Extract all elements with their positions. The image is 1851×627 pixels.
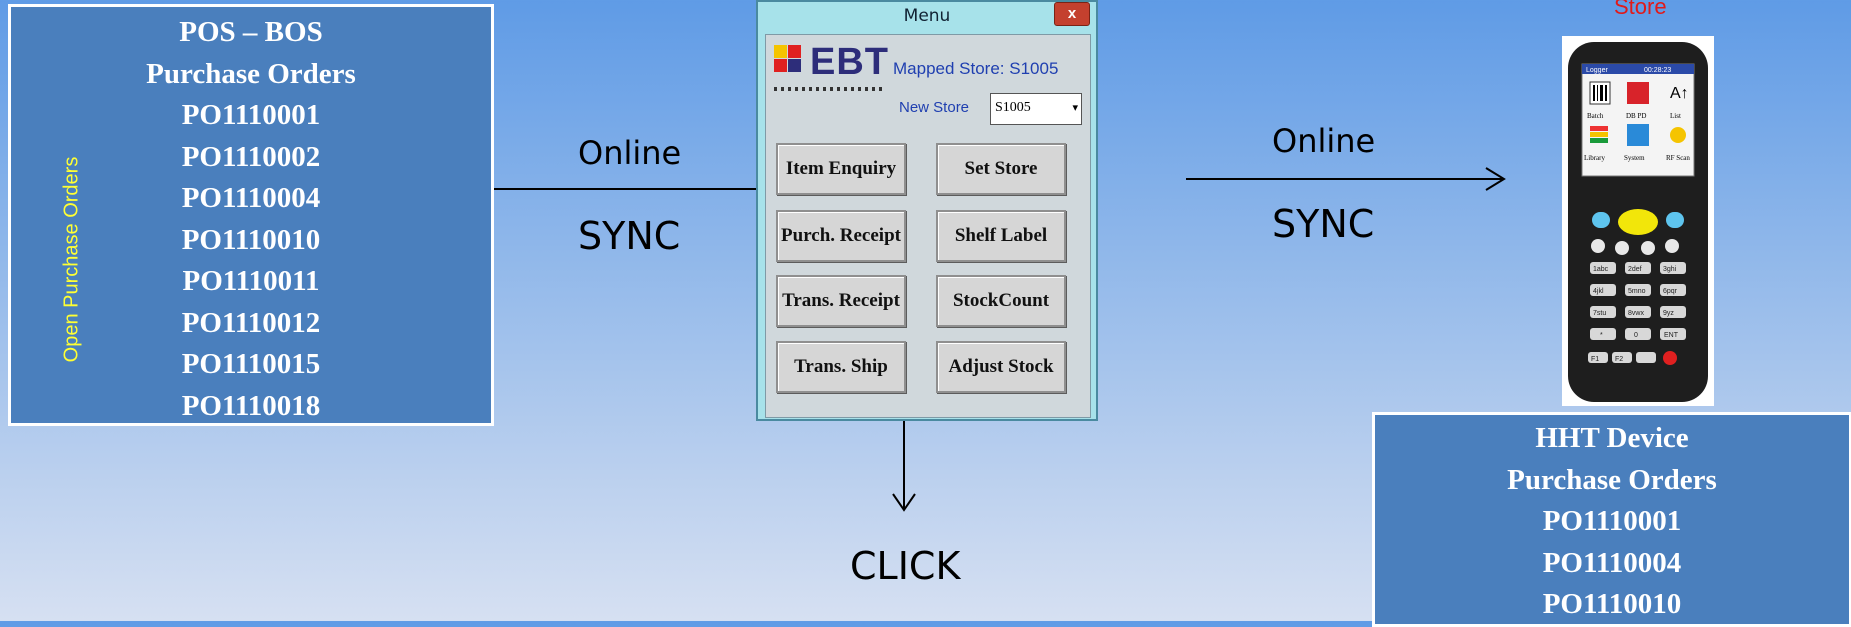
svg-text:A↑: A↑ (1670, 85, 1689, 102)
device-time-text: 00:28:23 (1644, 67, 1671, 74)
ebt-logo-text: EBT (810, 41, 889, 83)
logo-square-navy (788, 59, 801, 72)
svg-text:ENT: ENT (1664, 332, 1679, 339)
shelf-label-button[interactable]: Shelf Label (936, 210, 1066, 262)
device-app-label: List (1670, 112, 1681, 120)
hht-po-item: PO1110004 (1542, 546, 1682, 579)
trans-ship-button[interactable]: Trans. Ship (776, 341, 906, 393)
click-label: CLICK (850, 544, 961, 588)
device-app-label: Library (1584, 154, 1605, 162)
left-online-label: Online (578, 134, 682, 172)
svg-text:9yz: 9yz (1663, 310, 1674, 317)
hht-device-box: HHT Device Purchase Orders PO1110001 PO1… (1372, 412, 1851, 627)
hht-subtitle: Purchase Orders (1507, 463, 1717, 496)
store-select-value: S1005 (995, 100, 1031, 115)
store-label: Store (1614, 0, 1667, 19)
menu-window: Menu x EBT Mapped Store: S1005 New Store… (756, 0, 1098, 421)
svg-text:1abc: 1abc (1593, 266, 1609, 273)
logo-tagline-strip (774, 87, 884, 91)
stockcount-button[interactable]: StockCount (936, 275, 1066, 327)
store-select[interactable]: S1005 ▾ (990, 93, 1082, 125)
svg-text:8vwx: 8vwx (1628, 310, 1644, 317)
menu-panel: EBT Mapped Store: S1005 New Store S1005 … (765, 34, 1091, 418)
device-header-text: Logger (1586, 67, 1608, 74)
ebt-logo: EBT (774, 41, 888, 101)
svg-text:2def: 2def (1628, 266, 1642, 273)
svg-text:0: 0 (1634, 332, 1638, 339)
logo-square-yellow (774, 45, 787, 58)
svg-text:*: * (1600, 332, 1603, 339)
left-sync-label: SYNC (578, 214, 681, 258)
new-store-label: New Store (899, 99, 970, 116)
hht-po-item: PO1110001 (1542, 505, 1682, 537)
hht-device-lines: HHT Device Purchase Orders PO1110001 PO1… (1375, 418, 1849, 626)
svg-text:F1: F1 (1591, 356, 1599, 363)
chevron-down-icon: ▾ (1072, 102, 1078, 114)
purch-receipt-button[interactable]: Purch. Receipt (776, 210, 906, 262)
svg-text:3ghi: 3ghi (1663, 266, 1677, 273)
handheld-terminal-icon: Logger 00:28:23 A↑ Batch DB PD List Libr… (1562, 36, 1714, 406)
device-app-label: Batch (1587, 112, 1604, 120)
svg-text:5mno: 5mno (1628, 288, 1646, 295)
close-button[interactable]: x (1054, 2, 1090, 26)
device-app-label: System (1624, 154, 1645, 162)
hht-po-item: PO1110010 (1542, 588, 1682, 620)
set-store-button[interactable]: Set Store (936, 143, 1066, 195)
trans-receipt-button[interactable]: Trans. Receipt (776, 275, 906, 327)
svg-text:7stu: 7stu (1593, 310, 1606, 317)
adjust-stock-button[interactable]: Adjust Stock (936, 341, 1066, 393)
right-sync-label: SYNC (1272, 202, 1375, 246)
right-online-label: Online (1272, 122, 1376, 160)
logo-square-red (774, 59, 787, 72)
mapped-store-text: Mapped Store: S1005 (893, 59, 1059, 78)
svg-text:F2: F2 (1615, 356, 1623, 363)
device-app-label: DB PD (1626, 112, 1646, 120)
hht-title: HHT Device (1535, 422, 1689, 454)
svg-text:6pqr: 6pqr (1663, 288, 1678, 295)
device-app-label: RF Scan (1666, 154, 1690, 162)
hht-device-image: Logger 00:28:23 A↑ Batch DB PD List Libr… (1562, 36, 1714, 406)
menu-title: Menu (903, 6, 951, 26)
item-enquiry-button[interactable]: Item Enquiry (776, 143, 906, 195)
logo-square-red (788, 45, 801, 58)
svg-text:4jkl: 4jkl (1593, 288, 1604, 295)
